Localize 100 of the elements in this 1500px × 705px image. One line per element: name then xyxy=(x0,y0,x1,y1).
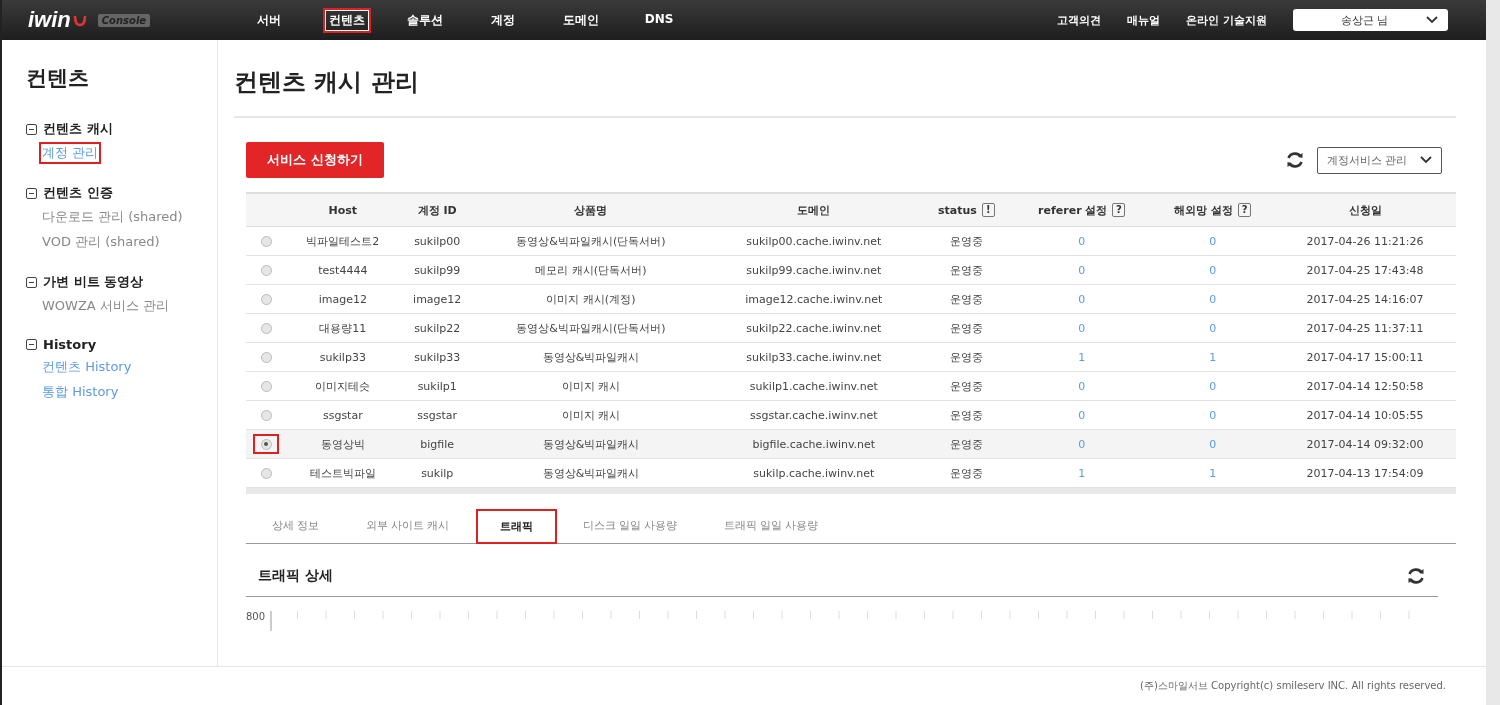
table-cell: 이미지테슷 xyxy=(315,379,371,393)
nav-item[interactable]: 계정 xyxy=(464,9,542,31)
table-cell: bigfile.cache.iwinv.net xyxy=(752,437,876,451)
apply-button[interactable]: 서비스 신청하기 xyxy=(246,142,384,178)
sidebar-group[interactable]: History xyxy=(43,337,97,352)
refresh-icon[interactable] xyxy=(1285,150,1305,170)
user-menu[interactable]: 송상근 님 xyxy=(1293,9,1448,31)
count-link[interactable]: 0 xyxy=(1209,379,1217,393)
count-link[interactable]: 0 xyxy=(1209,263,1217,277)
table-cell: 2017-04-25 17:43:48 xyxy=(1306,263,1424,277)
row-radio[interactable] xyxy=(253,434,279,454)
detail-tab[interactable]: 외부 사이트 캐시 xyxy=(345,518,470,543)
table-cell: 2017-04-14 09:32:00 xyxy=(1306,437,1424,451)
top-link[interactable]: 고객의견 xyxy=(1057,12,1102,28)
table-cell: sukilp33.cache.iwinv.net xyxy=(746,350,882,364)
table-cell: 2017-04-17 15:00:11 xyxy=(1306,350,1424,364)
table-cell: 운영중 xyxy=(949,408,983,422)
table-cell: 2017-04-25 11:37:11 xyxy=(1306,321,1424,335)
nav-item[interactable]: 솔루션 xyxy=(386,9,464,31)
table-cell: 2017-04-14 10:05:55 xyxy=(1306,408,1424,422)
count-link[interactable]: 0 xyxy=(1078,379,1086,393)
count-link[interactable]: 0 xyxy=(1078,437,1086,451)
table-cell: 동영상빅 xyxy=(320,437,365,451)
table-cell: 메모리 캐시(단독서버) xyxy=(535,263,647,277)
table-cell: 동영상&빅파일캐시(단독서버) xyxy=(516,234,666,248)
count-link[interactable]: 1 xyxy=(1209,350,1217,364)
table-cell: ssgstar xyxy=(322,408,363,422)
refresh-icon[interactable] xyxy=(1406,566,1426,586)
collapse-icon[interactable] xyxy=(26,276,37,288)
nav-item[interactable]: 서버 xyxy=(230,9,308,31)
collapse-icon[interactable] xyxy=(26,123,37,135)
count-link[interactable]: 0 xyxy=(1078,292,1086,306)
page-title: 컨텐츠 캐시 관리 xyxy=(234,66,1456,118)
column-header: 상품명 xyxy=(474,193,708,227)
sidebar-item[interactable]: 다운로드 관리 (shared) xyxy=(41,208,184,226)
count-link[interactable]: 0 xyxy=(1078,321,1086,335)
table-cell: sukilp00 xyxy=(414,234,461,248)
service-select[interactable]: 계정서비스 관리 xyxy=(1317,146,1442,174)
count-link[interactable]: 0 xyxy=(1209,437,1217,451)
table-cell: 동영상&빅파일캐시 xyxy=(542,466,640,480)
detail-tab[interactable]: 트래픽 일일 사용량 xyxy=(703,518,839,543)
top-link[interactable]: 매뉴얼 xyxy=(1127,12,1161,28)
nav-item[interactable]: 도메인 xyxy=(542,9,620,31)
table-cell: 빅파일테스트2 xyxy=(306,234,380,248)
column-header: status ! xyxy=(920,193,1013,227)
table-cell: 운영중 xyxy=(949,437,983,451)
count-link[interactable]: 0 xyxy=(1209,292,1217,306)
count-link[interactable]: 0 xyxy=(1209,408,1217,422)
count-link[interactable]: 1 xyxy=(1078,466,1086,480)
table-cell: 이미지 캐시(계정) xyxy=(546,292,636,306)
count-link[interactable]: 0 xyxy=(1209,234,1217,248)
sidebar-group[interactable]: 컨텐츠 캐시 xyxy=(43,120,113,138)
nav-item[interactable]: DNS xyxy=(620,9,698,31)
table-cell: 이미지 캐시 xyxy=(561,379,621,393)
detail-tab[interactable]: 디스크 일일 사용량 xyxy=(562,518,698,543)
table-cell: sukilp1.cache.iwinv.net xyxy=(749,379,878,393)
table-cell: 운영중 xyxy=(949,234,983,248)
table-cell: 2017-04-25 14:16:07 xyxy=(1306,292,1424,306)
table-cell: 이미지 캐시 xyxy=(561,408,621,422)
sidebar-item[interactable]: VOD 관리 (shared) xyxy=(41,233,161,251)
help-badge[interactable]: ? xyxy=(1238,203,1252,217)
axis-label: 800 xyxy=(246,611,266,622)
column-header: 도메인 xyxy=(707,193,921,227)
collapse-icon[interactable] xyxy=(26,187,37,199)
sidebar-item[interactable]: WOWZA 서비스 관리 xyxy=(41,297,170,315)
count-link[interactable]: 0 xyxy=(1078,234,1086,248)
table-cell: bigfile xyxy=(420,437,455,451)
sidebar-item[interactable]: 통합 History xyxy=(41,383,120,401)
column-header: Host xyxy=(286,193,400,227)
help-badge[interactable]: ! xyxy=(981,203,995,217)
detail-tab[interactable]: 트래픽 xyxy=(475,509,557,544)
table-cell: image12.cache.iwinv.net xyxy=(745,292,883,306)
top-link[interactable]: 온라인 기술지원 xyxy=(1186,12,1267,28)
count-link[interactable]: 1 xyxy=(1078,350,1086,364)
sidebar-title: 컨텐츠 xyxy=(26,65,90,92)
table-cell: 동영상&빅파일캐시 xyxy=(542,350,640,364)
sidebar-item[interactable]: 컨텐츠 History xyxy=(41,358,133,376)
table-cell: image12 xyxy=(413,292,462,306)
logo[interactable]: iwin xyxy=(28,7,88,33)
nav-item[interactable]: 컨텐츠 xyxy=(325,9,369,31)
count-link[interactable]: 0 xyxy=(1078,408,1086,422)
sidebar-group[interactable]: 가변 비트 동영상 xyxy=(43,273,144,291)
table-cell: 운영중 xyxy=(949,350,983,364)
count-link[interactable]: 0 xyxy=(1078,263,1086,277)
count-link[interactable]: 0 xyxy=(1209,321,1217,335)
table-cell: 테스트빅파일 xyxy=(309,466,376,480)
table-cell: image12 xyxy=(318,292,367,306)
table-cell: ssgstar xyxy=(417,408,458,422)
count-link[interactable]: 1 xyxy=(1209,466,1217,480)
collapse-icon[interactable] xyxy=(26,339,37,350)
help-badge[interactable]: ? xyxy=(1112,203,1126,217)
detail-tab[interactable]: 상세 정보 xyxy=(252,518,340,543)
sidebar-group[interactable]: 컨텐츠 인증 xyxy=(43,184,113,202)
table-cell: 2017-04-13 17:54:09 xyxy=(1306,466,1424,480)
sidebar-item[interactable]: 계정 관리 xyxy=(41,144,100,162)
table-cell: sukilp99.cache.iwinv.net xyxy=(746,263,882,277)
table-cell: 운영중 xyxy=(949,466,983,480)
copyright: (주)스마일서브 Copyright(c) smileserv INC. All rights reserved. xyxy=(1140,679,1446,693)
column-header: 해외망 설정 ? xyxy=(1151,193,1275,227)
chevron-icon xyxy=(1426,16,1438,24)
